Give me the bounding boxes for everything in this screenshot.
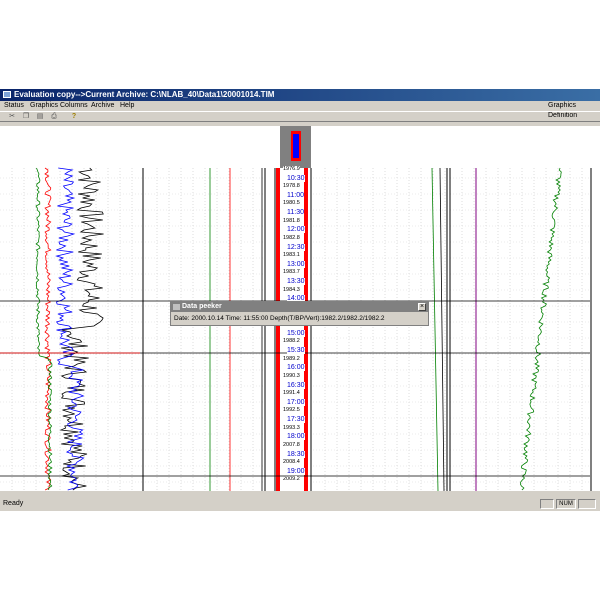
depth-label: 1990.3 — [283, 372, 300, 380]
time-label: 12:00 — [287, 226, 305, 234]
paste-icon[interactable]: ▤ — [36, 113, 44, 121]
data-peeker-dialog[interactable]: Data peeker × Date: 2000.10.14 Time: 11:… — [170, 301, 429, 326]
depth-label: 1980.5 — [283, 200, 300, 208]
depth-label: 2008.4 — [283, 459, 300, 467]
time-label: 12:30 — [287, 243, 305, 251]
depth-label: 1976.9 — [283, 166, 300, 173]
depth-label: 1982.8 — [283, 234, 300, 242]
mtin-curve — [431, 167, 439, 492]
depth-label: 1988.2 — [283, 338, 300, 346]
print-icon[interactable]: ⎙ — [50, 113, 58, 121]
depth-label: 1983.1 — [283, 252, 300, 260]
menu-columns[interactable]: Columns — [60, 101, 88, 111]
depth-header-blue — [293, 134, 299, 158]
cut-icon[interactable]: ✂ — [8, 113, 16, 121]
status-text: Ready — [3, 500, 24, 507]
time-label: 13:00 — [287, 260, 305, 268]
status-bar: Ready NUM — [0, 497, 600, 511]
window-title: Evaluation copy-->Current Archive: C:\NL… — [14, 90, 275, 99]
data-peeker-titlebar[interactable]: Data peeker — [171, 302, 428, 312]
time-label: 19:00 — [287, 467, 305, 475]
time-label: 18:30 — [287, 450, 305, 458]
time-label: 10:30 — [287, 174, 305, 182]
time-label: 11:30 — [287, 209, 304, 217]
rpm-curve — [35, 167, 53, 490]
status-pane-empty-2 — [578, 499, 596, 509]
menu-archive[interactable]: Archive — [91, 101, 114, 111]
time-label: 11:00 — [287, 191, 304, 199]
depth-label: 1984.3 — [283, 286, 300, 294]
app-icon — [3, 91, 11, 98]
vgla-curve — [519, 167, 562, 491]
depth-label: 1989.2 — [283, 355, 300, 363]
depth-label: 1983.7 — [283, 269, 300, 277]
depth-label: 1981.8 — [283, 217, 300, 225]
menu-status[interactable]: Status — [4, 101, 24, 111]
time-label: 13:30 — [287, 278, 305, 286]
time-label: 16:30 — [287, 381, 305, 389]
depth-label: 1992.5 — [283, 407, 300, 415]
status-pane-empty — [540, 499, 554, 509]
data-peeker-readout: Date: 2000.10.14 Time: 11:55:00 Depth(T/… — [174, 315, 385, 322]
num-lock-indicator: NUM — [556, 499, 576, 509]
copy-icon[interactable]: ❐ — [22, 113, 30, 121]
help-icon[interactable]: ? — [70, 113, 78, 121]
depth-label: 1993.3 — [283, 424, 300, 432]
mtot-curve — [439, 167, 445, 492]
close-button[interactable]: × — [418, 303, 426, 311]
time-label: 16:00 — [287, 364, 305, 372]
depth-label: 1991.4 — [283, 390, 300, 398]
depth-label: 2009.2 — [283, 476, 300, 484]
time-label: 17:30 — [287, 416, 305, 424]
time-label: 18:00 — [287, 433, 305, 441]
time-label: 17:00 — [287, 398, 305, 406]
dialog-icon — [173, 304, 180, 310]
application-window: Evaluation copy-->Current Archive: C:\NL… — [0, 89, 600, 511]
menu-graphics[interactable]: Graphics — [30, 101, 58, 111]
data-peeker-title: Data peeker — [182, 303, 222, 310]
torq-curve — [59, 167, 104, 491]
time-label: 15:00 — [287, 329, 305, 337]
toolbar: ✂ ❐ ▤ ⎙ ? — [0, 111, 600, 122]
depth-label: 1978.8 — [283, 183, 300, 191]
title-bar: Evaluation copy-->Current Archive: C:\NL… — [0, 89, 600, 101]
depth-label: 2007.8 — [283, 441, 300, 449]
menu-help[interactable]: Help — [120, 101, 134, 111]
menu-bar: Status Graphics Columns Archive Help Gra… — [0, 101, 600, 119]
time-label: 15:30 — [287, 347, 305, 355]
depth-red-bar-left — [276, 168, 280, 491]
